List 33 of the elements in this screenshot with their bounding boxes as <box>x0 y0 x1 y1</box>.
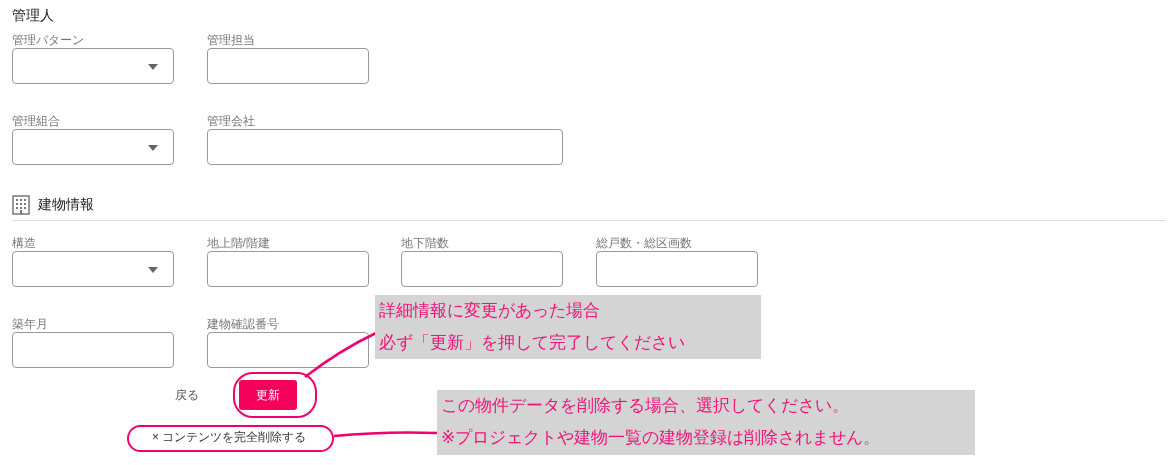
caret-icon <box>148 267 158 273</box>
input-field[interactable] <box>206 251 369 287</box>
field-label: 建物確認番号 <box>206 316 280 330</box>
input-field[interactable] <box>401 251 563 287</box>
back-link[interactable]: 戻る <box>175 386 199 404</box>
field-label: 地下階数 <box>401 235 450 249</box>
input-field[interactable] <box>12 332 174 368</box>
field-label: 構造 <box>12 235 37 249</box>
dropdown[interactable] <box>12 129 174 165</box>
annotation-text: ※プロジェクトや建物一覧の建物登録は削除されません。 <box>441 427 882 449</box>
input-field[interactable] <box>595 251 758 287</box>
delete-link[interactable]: × コンテンツを完全削除する <box>152 429 307 446</box>
section-title: 管理人 <box>12 7 54 25</box>
input-field[interactable] <box>206 332 369 368</box>
field-label: 管理担当 <box>206 32 256 46</box>
dropdown[interactable] <box>12 251 174 287</box>
field-label: 管理会社 <box>206 113 256 127</box>
field-label: 管理パターン <box>12 32 85 46</box>
caret-icon <box>148 64 158 70</box>
annotation-text: この物件データを削除する場合、選択してください。 <box>441 395 850 417</box>
annotation-text: 詳細情報に変更があった場合 <box>379 300 601 322</box>
building-icon <box>12 195 30 215</box>
dropdown[interactable] <box>12 48 174 84</box>
section-title: 建物情報 <box>38 196 94 214</box>
field-label: 地上階/階建 <box>206 235 271 249</box>
annotation-text: 必ず「更新」を押して完了してください <box>379 332 686 354</box>
field-label: 築年月 <box>12 316 49 330</box>
field-label: 総戸数・総区画数 <box>595 235 693 249</box>
input-field[interactable] <box>206 48 369 84</box>
update-button[interactable]: 更新 <box>239 380 297 410</box>
field-label: 管理組合 <box>12 113 61 127</box>
caret-icon <box>148 145 158 151</box>
input-field[interactable] <box>206 129 563 165</box>
